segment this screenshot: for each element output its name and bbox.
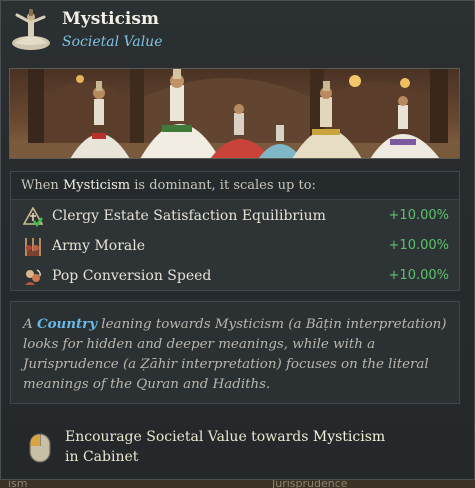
tooltip-header: Mysticism Societal Value bbox=[1, 1, 475, 59]
footer-pre: Encourage Societal Value towards bbox=[65, 429, 313, 445]
dominant-suffix: is dominant, it scales up to: bbox=[130, 178, 316, 193]
modifier-row: Army Morale +10.00% bbox=[11, 233, 459, 261]
pop-conversion-icon bbox=[23, 267, 43, 287]
modifier-value: +10.00% bbox=[388, 268, 449, 283]
description-pre: A bbox=[23, 317, 37, 332]
modifier-label: Army Morale bbox=[52, 238, 146, 254]
background-strip: ism Jurisprudence bbox=[0, 480, 475, 488]
clergy-estate-icon bbox=[22, 206, 44, 228]
page-title: Mysticism bbox=[62, 9, 159, 29]
country-link[interactable]: Country bbox=[37, 316, 97, 332]
tooltip-panel: Mysticism Societal Value When Mysticism … bbox=[0, 0, 475, 480]
page-subtitle: Societal Value bbox=[62, 34, 163, 50]
modifier-row: Pop Conversion Speed +10.00% bbox=[11, 263, 459, 291]
footer-hint: Encourage Societal Value towards Mystici… bbox=[65, 427, 395, 467]
modifier-label: Pop Conversion Speed bbox=[52, 268, 212, 284]
footer-post: in Cabinet bbox=[65, 449, 139, 465]
dominant-value-name: Mysticism bbox=[62, 178, 131, 193]
dervish-illustration bbox=[9, 68, 460, 159]
modifier-label: Clergy Estate Satisfaction Equilibrium bbox=[52, 208, 326, 224]
dominant-prefix: When bbox=[21, 178, 63, 193]
mouse-left-click-icon bbox=[29, 433, 51, 463]
dominant-effects-box: When Mysticism is dominant, it scales up… bbox=[10, 171, 460, 291]
modifier-value: +10.00% bbox=[388, 208, 449, 223]
background-label-left: ism bbox=[8, 480, 28, 488]
footer-highlight: Mysticism bbox=[312, 429, 386, 445]
background-label-right: Jurisprudence bbox=[272, 480, 348, 488]
army-morale-icon bbox=[23, 237, 43, 257]
modifier-row: Clergy Estate Satisfaction Equilibrium +… bbox=[11, 203, 459, 231]
modifier-value: +10.00% bbox=[388, 238, 449, 253]
whirling-dervish-icon bbox=[9, 7, 53, 51]
dominant-effects-header: When Mysticism is dominant, it scales up… bbox=[11, 172, 459, 200]
description-box: A Country leaning towards Mysticism (a B… bbox=[10, 301, 460, 404]
